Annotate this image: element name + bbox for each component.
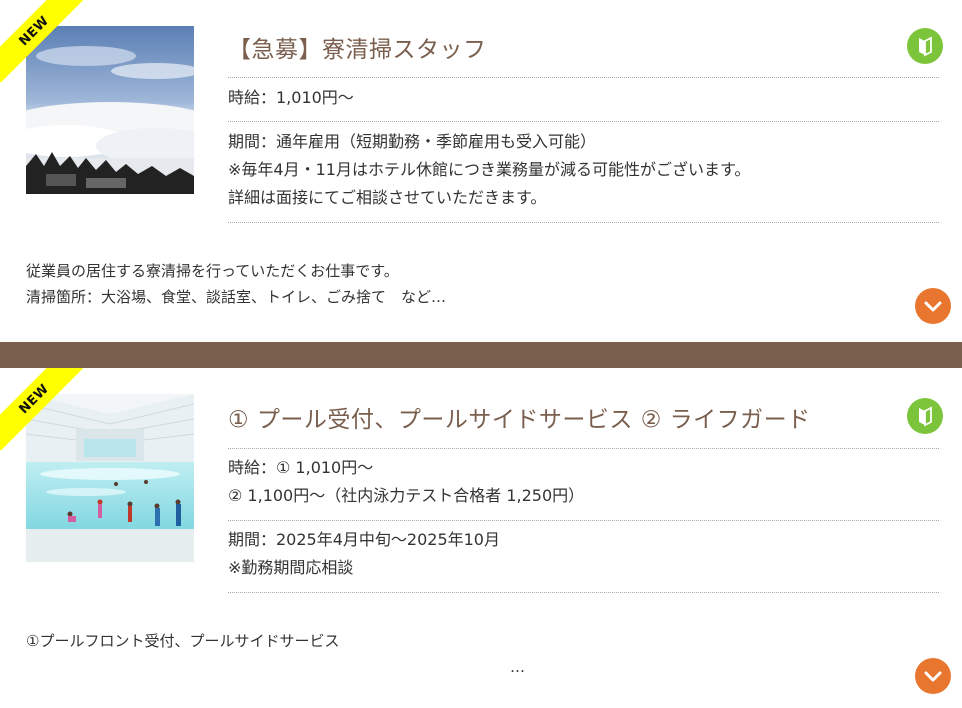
- period-line: 期間：通年雇用（短期勤務・季節雇用も受入可能）: [228, 132, 597, 151]
- period-line: ※毎年4月・11月はホテル休館につき業務量が減る可能性がございます。: [228, 160, 751, 179]
- period-info: 期間：2025年4月中旬～2025年10月 ※勤務期間応相談: [228, 526, 500, 582]
- wage-line: 時給：① 1,010円～: [228, 458, 374, 477]
- expand-button[interactable]: [915, 658, 951, 694]
- divider: [228, 121, 939, 122]
- beginner-mark-icon: [907, 398, 943, 434]
- description-ellipsis: …: [510, 658, 525, 676]
- job-title[interactable]: ① プール受付、プールサイドサービス ② ライフガード: [228, 400, 811, 434]
- job-card: NEW ① プール受付、プールサイドサービス ② ライフガード 時給：① 1,0…: [0, 368, 962, 708]
- divider: [228, 592, 939, 593]
- description-line: 清掃箇所：大浴場、食堂、談話室、トイレ、ごみ捨て など…: [26, 288, 447, 306]
- job-card: NEW 【急募】寮清掃スタッフ 時給：1,010円～ 期間：通年雇用（短期勤務・…: [0, 0, 962, 342]
- expand-button[interactable]: [915, 288, 951, 324]
- job-description: 従業員の居住する寮清掃を行っていただくお仕事です。 清掃箇所：大浴場、食堂、談話…: [26, 258, 446, 310]
- description-line: 従業員の居住する寮清掃を行っていただくお仕事です。: [26, 262, 399, 280]
- divider: [228, 222, 939, 223]
- job-description: ①プールフロント受付、プールサイドサービス: [26, 628, 339, 654]
- beginner-mark-icon: [907, 28, 943, 64]
- job-title[interactable]: 【急募】寮清掃スタッフ: [228, 30, 487, 64]
- period-line: 期間：2025年4月中旬～2025年10月: [228, 530, 500, 549]
- job-photo[interactable]: [26, 394, 194, 562]
- description-line: ①プールフロント受付、プールサイドサービス: [26, 632, 340, 650]
- chevron-down-icon: [924, 671, 942, 682]
- job-photo[interactable]: [26, 26, 194, 194]
- wage-info: 時給：① 1,010円～ ② 1,100円～（社内泳力テスト合格者 1,250円…: [228, 454, 584, 510]
- wage-line: 時給：1,010円～: [228, 88, 354, 107]
- divider: [228, 77, 939, 78]
- chevron-down-icon: [924, 301, 942, 312]
- wage-line: ② 1,100円～（社内泳力テスト合格者 1,250円）: [228, 486, 585, 505]
- period-info: 期間：通年雇用（短期勤務・季節雇用も受入可能） ※毎年4月・11月はホテル休館に…: [228, 128, 750, 212]
- period-line: 詳細は面接にてご相談させていただきます。: [228, 188, 547, 207]
- period-line: ※勤務期間応相談: [228, 558, 354, 577]
- divider: [228, 448, 939, 449]
- divider: [228, 520, 939, 521]
- wage-info: 時給：1,010円～: [228, 84, 354, 112]
